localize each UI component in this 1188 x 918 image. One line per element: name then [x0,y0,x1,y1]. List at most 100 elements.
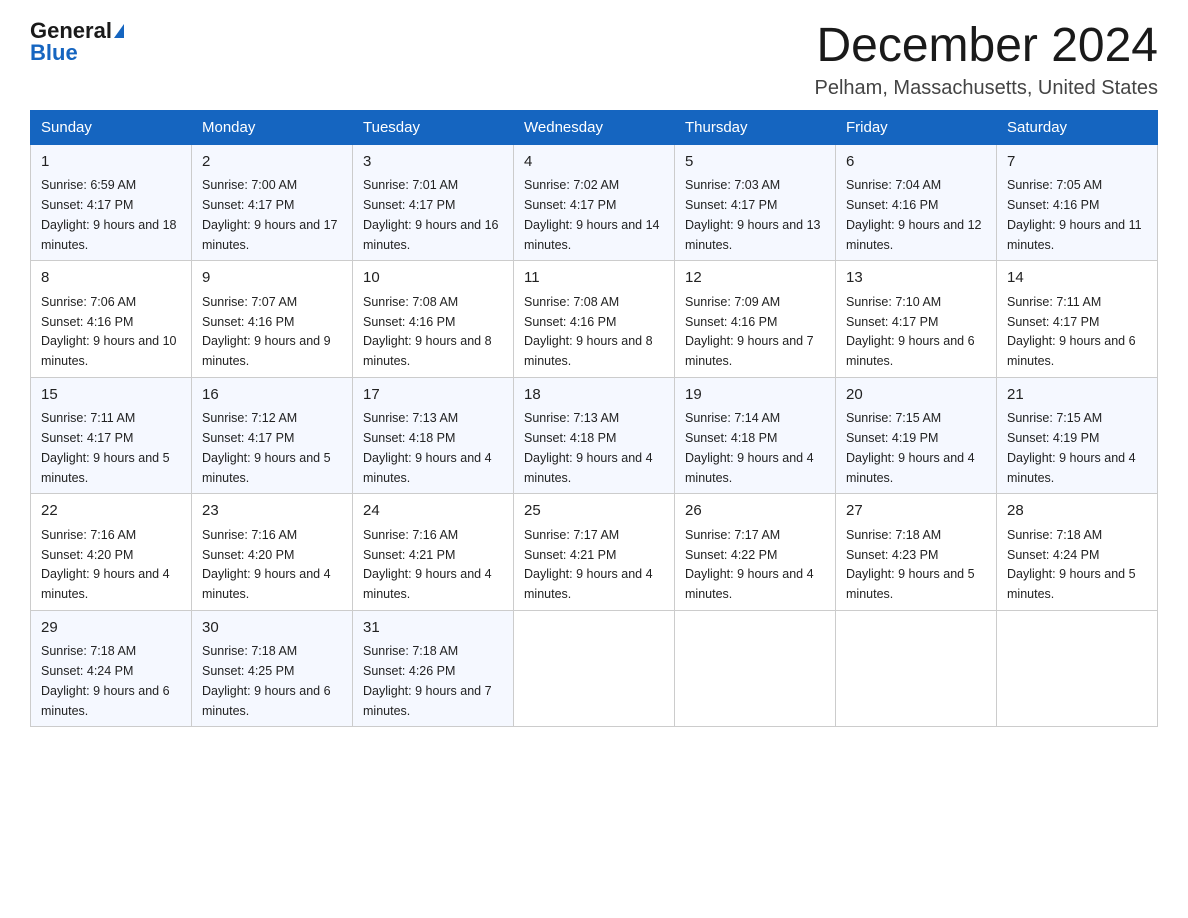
day-info: Sunrise: 7:17 AMSunset: 4:22 PMDaylight:… [685,528,814,601]
day-info: Sunrise: 7:08 AMSunset: 4:16 PMDaylight:… [363,295,492,368]
calendar-cell: 31 Sunrise: 7:18 AMSunset: 4:26 PMDaylig… [353,610,514,727]
calendar-cell [514,610,675,727]
day-number: 7 [1007,151,1147,174]
day-info: Sunrise: 7:16 AMSunset: 4:20 PMDaylight:… [202,528,331,601]
logo-general-text: General [30,20,112,42]
day-info: Sunrise: 7:18 AMSunset: 4:24 PMDaylight:… [1007,528,1136,601]
day-info: Sunrise: 7:16 AMSunset: 4:21 PMDaylight:… [363,528,492,601]
calendar-cell: 7 Sunrise: 7:05 AMSunset: 4:16 PMDayligh… [997,144,1158,261]
calendar-cell: 29 Sunrise: 7:18 AMSunset: 4:24 PMDaylig… [31,610,192,727]
weekday-header-saturday: Saturday [997,110,1158,144]
day-number: 19 [685,384,825,407]
calendar-table: SundayMondayTuesdayWednesdayThursdayFrid… [30,110,1158,728]
day-info: Sunrise: 7:15 AMSunset: 4:19 PMDaylight:… [846,411,975,484]
calendar-cell [997,610,1158,727]
day-number: 25 [524,500,664,523]
day-info: Sunrise: 7:11 AMSunset: 4:17 PMDaylight:… [41,411,170,484]
calendar-cell: 26 Sunrise: 7:17 AMSunset: 4:22 PMDaylig… [675,494,836,611]
day-number: 2 [202,151,342,174]
day-number: 11 [524,267,664,290]
month-title: December 2024 [815,20,1159,73]
calendar-cell: 27 Sunrise: 7:18 AMSunset: 4:23 PMDaylig… [836,494,997,611]
day-info: Sunrise: 7:06 AMSunset: 4:16 PMDaylight:… [41,295,177,368]
calendar-cell: 4 Sunrise: 7:02 AMSunset: 4:17 PMDayligh… [514,144,675,261]
calendar-cell: 17 Sunrise: 7:13 AMSunset: 4:18 PMDaylig… [353,377,514,494]
day-number: 8 [41,267,181,290]
page-header: General Blue December 2024 Pelham, Massa… [30,20,1158,100]
weekday-header-row: SundayMondayTuesdayWednesdayThursdayFrid… [31,110,1158,144]
day-number: 18 [524,384,664,407]
calendar-cell [675,610,836,727]
calendar-cell: 18 Sunrise: 7:13 AMSunset: 4:18 PMDaylig… [514,377,675,494]
day-number: 26 [685,500,825,523]
day-info: Sunrise: 6:59 AMSunset: 4:17 PMDaylight:… [41,178,177,251]
calendar-week-row: 15 Sunrise: 7:11 AMSunset: 4:17 PMDaylig… [31,377,1158,494]
day-number: 6 [846,151,986,174]
calendar-week-row: 1 Sunrise: 6:59 AMSunset: 4:17 PMDayligh… [31,144,1158,261]
calendar-cell: 28 Sunrise: 7:18 AMSunset: 4:24 PMDaylig… [997,494,1158,611]
day-number: 3 [363,151,503,174]
day-number: 10 [363,267,503,290]
logo-triangle-icon [114,24,124,38]
calendar-week-row: 29 Sunrise: 7:18 AMSunset: 4:24 PMDaylig… [31,610,1158,727]
calendar-cell: 21 Sunrise: 7:15 AMSunset: 4:19 PMDaylig… [997,377,1158,494]
day-number: 16 [202,384,342,407]
day-number: 29 [41,617,181,640]
weekday-header-wednesday: Wednesday [514,110,675,144]
calendar-cell: 3 Sunrise: 7:01 AMSunset: 4:17 PMDayligh… [353,144,514,261]
day-info: Sunrise: 7:16 AMSunset: 4:20 PMDaylight:… [41,528,170,601]
day-number: 22 [41,500,181,523]
day-info: Sunrise: 7:03 AMSunset: 4:17 PMDaylight:… [685,178,821,251]
day-number: 28 [1007,500,1147,523]
weekday-header-thursday: Thursday [675,110,836,144]
calendar-cell: 5 Sunrise: 7:03 AMSunset: 4:17 PMDayligh… [675,144,836,261]
day-number: 13 [846,267,986,290]
day-number: 23 [202,500,342,523]
day-info: Sunrise: 7:00 AMSunset: 4:17 PMDaylight:… [202,178,338,251]
day-number: 17 [363,384,503,407]
day-number: 12 [685,267,825,290]
calendar-cell: 11 Sunrise: 7:08 AMSunset: 4:16 PMDaylig… [514,261,675,378]
weekday-header-friday: Friday [836,110,997,144]
day-info: Sunrise: 7:10 AMSunset: 4:17 PMDaylight:… [846,295,975,368]
calendar-cell: 30 Sunrise: 7:18 AMSunset: 4:25 PMDaylig… [192,610,353,727]
day-number: 1 [41,151,181,174]
weekday-header-monday: Monday [192,110,353,144]
day-info: Sunrise: 7:18 AMSunset: 4:24 PMDaylight:… [41,644,170,717]
calendar-cell: 12 Sunrise: 7:09 AMSunset: 4:16 PMDaylig… [675,261,836,378]
day-info: Sunrise: 7:09 AMSunset: 4:16 PMDaylight:… [685,295,814,368]
day-info: Sunrise: 7:18 AMSunset: 4:23 PMDaylight:… [846,528,975,601]
calendar-cell: 15 Sunrise: 7:11 AMSunset: 4:17 PMDaylig… [31,377,192,494]
day-info: Sunrise: 7:12 AMSunset: 4:17 PMDaylight:… [202,411,331,484]
day-info: Sunrise: 7:01 AMSunset: 4:17 PMDaylight:… [363,178,499,251]
day-info: Sunrise: 7:14 AMSunset: 4:18 PMDaylight:… [685,411,814,484]
logo: General Blue [30,20,124,64]
day-info: Sunrise: 7:05 AMSunset: 4:16 PMDaylight:… [1007,178,1142,251]
day-info: Sunrise: 7:15 AMSunset: 4:19 PMDaylight:… [1007,411,1136,484]
day-number: 4 [524,151,664,174]
day-info: Sunrise: 7:13 AMSunset: 4:18 PMDaylight:… [363,411,492,484]
day-number: 15 [41,384,181,407]
calendar-cell: 14 Sunrise: 7:11 AMSunset: 4:17 PMDaylig… [997,261,1158,378]
calendar-cell: 6 Sunrise: 7:04 AMSunset: 4:16 PMDayligh… [836,144,997,261]
day-number: 27 [846,500,986,523]
calendar-cell: 13 Sunrise: 7:10 AMSunset: 4:17 PMDaylig… [836,261,997,378]
calendar-cell: 16 Sunrise: 7:12 AMSunset: 4:17 PMDaylig… [192,377,353,494]
day-number: 24 [363,500,503,523]
weekday-header-sunday: Sunday [31,110,192,144]
calendar-week-row: 8 Sunrise: 7:06 AMSunset: 4:16 PMDayligh… [31,261,1158,378]
calendar-cell [836,610,997,727]
day-number: 5 [685,151,825,174]
title-block: December 2024 Pelham, Massachusetts, Uni… [815,20,1159,100]
day-info: Sunrise: 7:13 AMSunset: 4:18 PMDaylight:… [524,411,653,484]
day-number: 30 [202,617,342,640]
day-info: Sunrise: 7:17 AMSunset: 4:21 PMDaylight:… [524,528,653,601]
day-number: 21 [1007,384,1147,407]
calendar-cell: 24 Sunrise: 7:16 AMSunset: 4:21 PMDaylig… [353,494,514,611]
logo-blue-text: Blue [30,42,78,64]
calendar-cell: 9 Sunrise: 7:07 AMSunset: 4:16 PMDayligh… [192,261,353,378]
calendar-week-row: 22 Sunrise: 7:16 AMSunset: 4:20 PMDaylig… [31,494,1158,611]
day-number: 20 [846,384,986,407]
day-info: Sunrise: 7:18 AMSunset: 4:26 PMDaylight:… [363,644,492,717]
day-number: 9 [202,267,342,290]
